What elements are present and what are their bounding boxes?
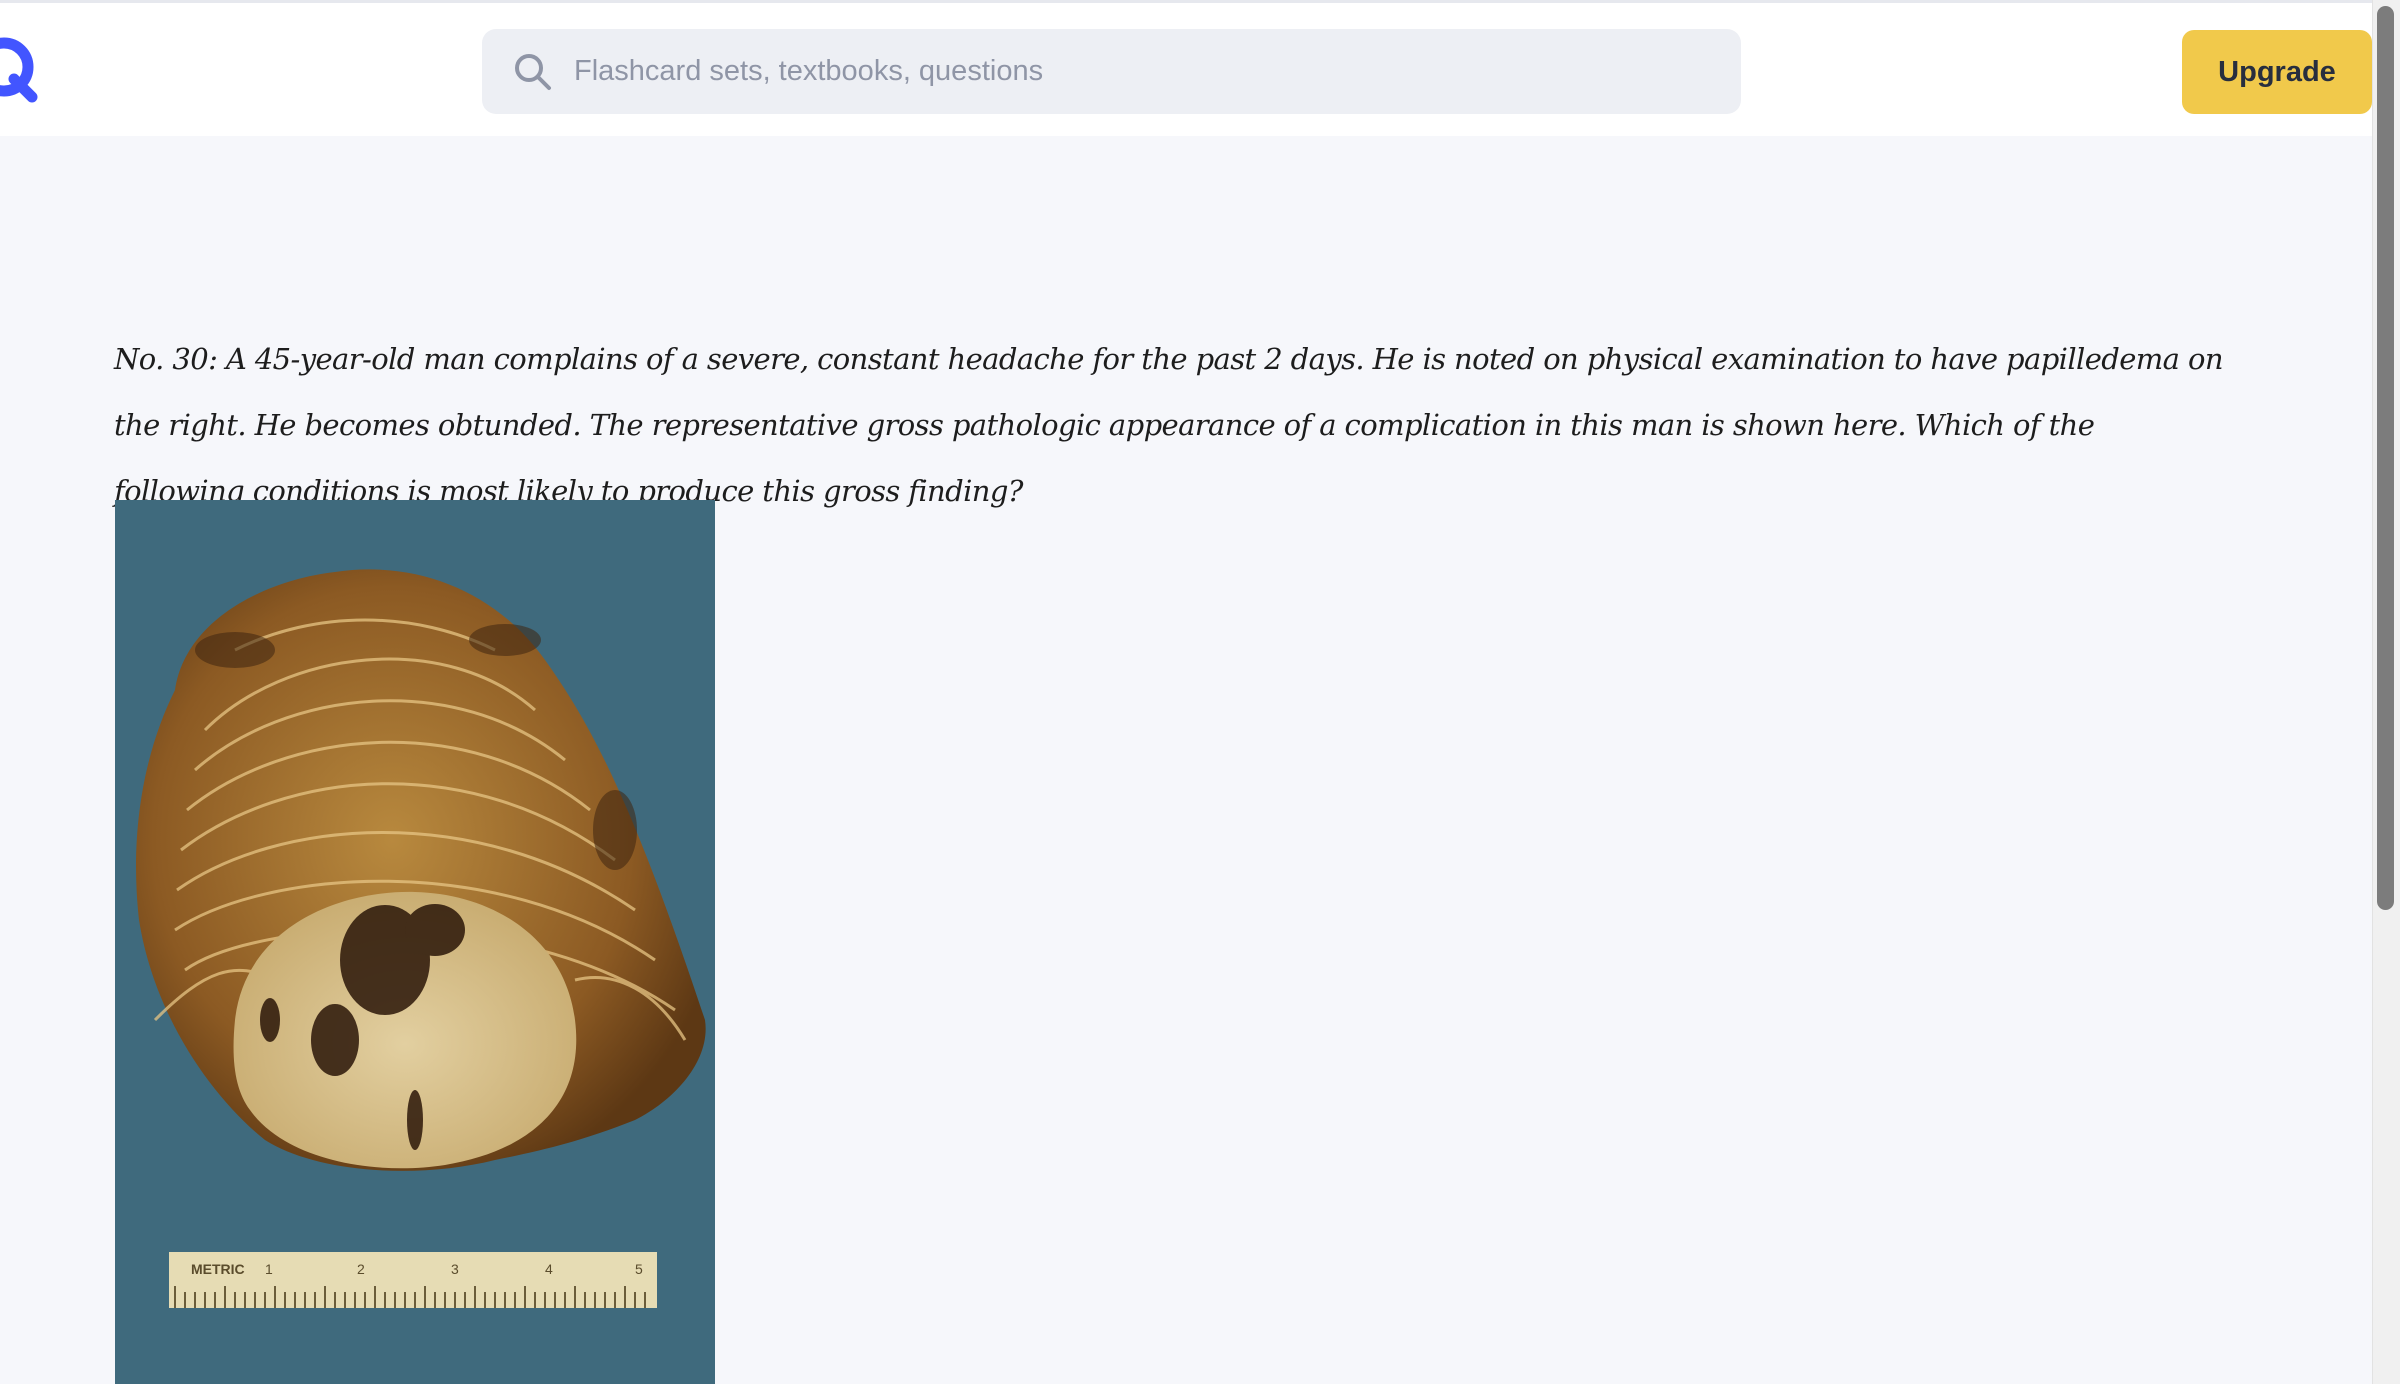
upgrade-button[interactable]: Upgrade bbox=[2182, 30, 2372, 114]
metric-ruler: METRIC 1 2 3 4 5 bbox=[169, 1252, 657, 1308]
ruler-mark: 1 bbox=[265, 1261, 273, 1277]
pathology-figure-image: METRIC 1 2 3 4 5 bbox=[115, 500, 715, 1384]
scrollbar-thumb[interactable] bbox=[2377, 6, 2394, 910]
ruler-mark: 4 bbox=[545, 1261, 553, 1277]
top-navigation-bar: Upgrade bbox=[0, 0, 2372, 136]
search-bar[interactable] bbox=[482, 29, 1741, 114]
brain-specimen bbox=[136, 569, 706, 1171]
ruler-mark: 3 bbox=[451, 1261, 459, 1277]
question-text: No. 30: A 45-year-old man complains of a… bbox=[114, 342, 2224, 508]
ruler-mark: 5 bbox=[635, 1261, 643, 1277]
search-icon bbox=[515, 53, 551, 90]
ruler-mark: 2 bbox=[357, 1261, 365, 1277]
ruler-label: METRIC bbox=[191, 1261, 245, 1277]
quizlet-logo-icon[interactable] bbox=[0, 33, 42, 105]
search-input[interactable] bbox=[574, 41, 1674, 102]
